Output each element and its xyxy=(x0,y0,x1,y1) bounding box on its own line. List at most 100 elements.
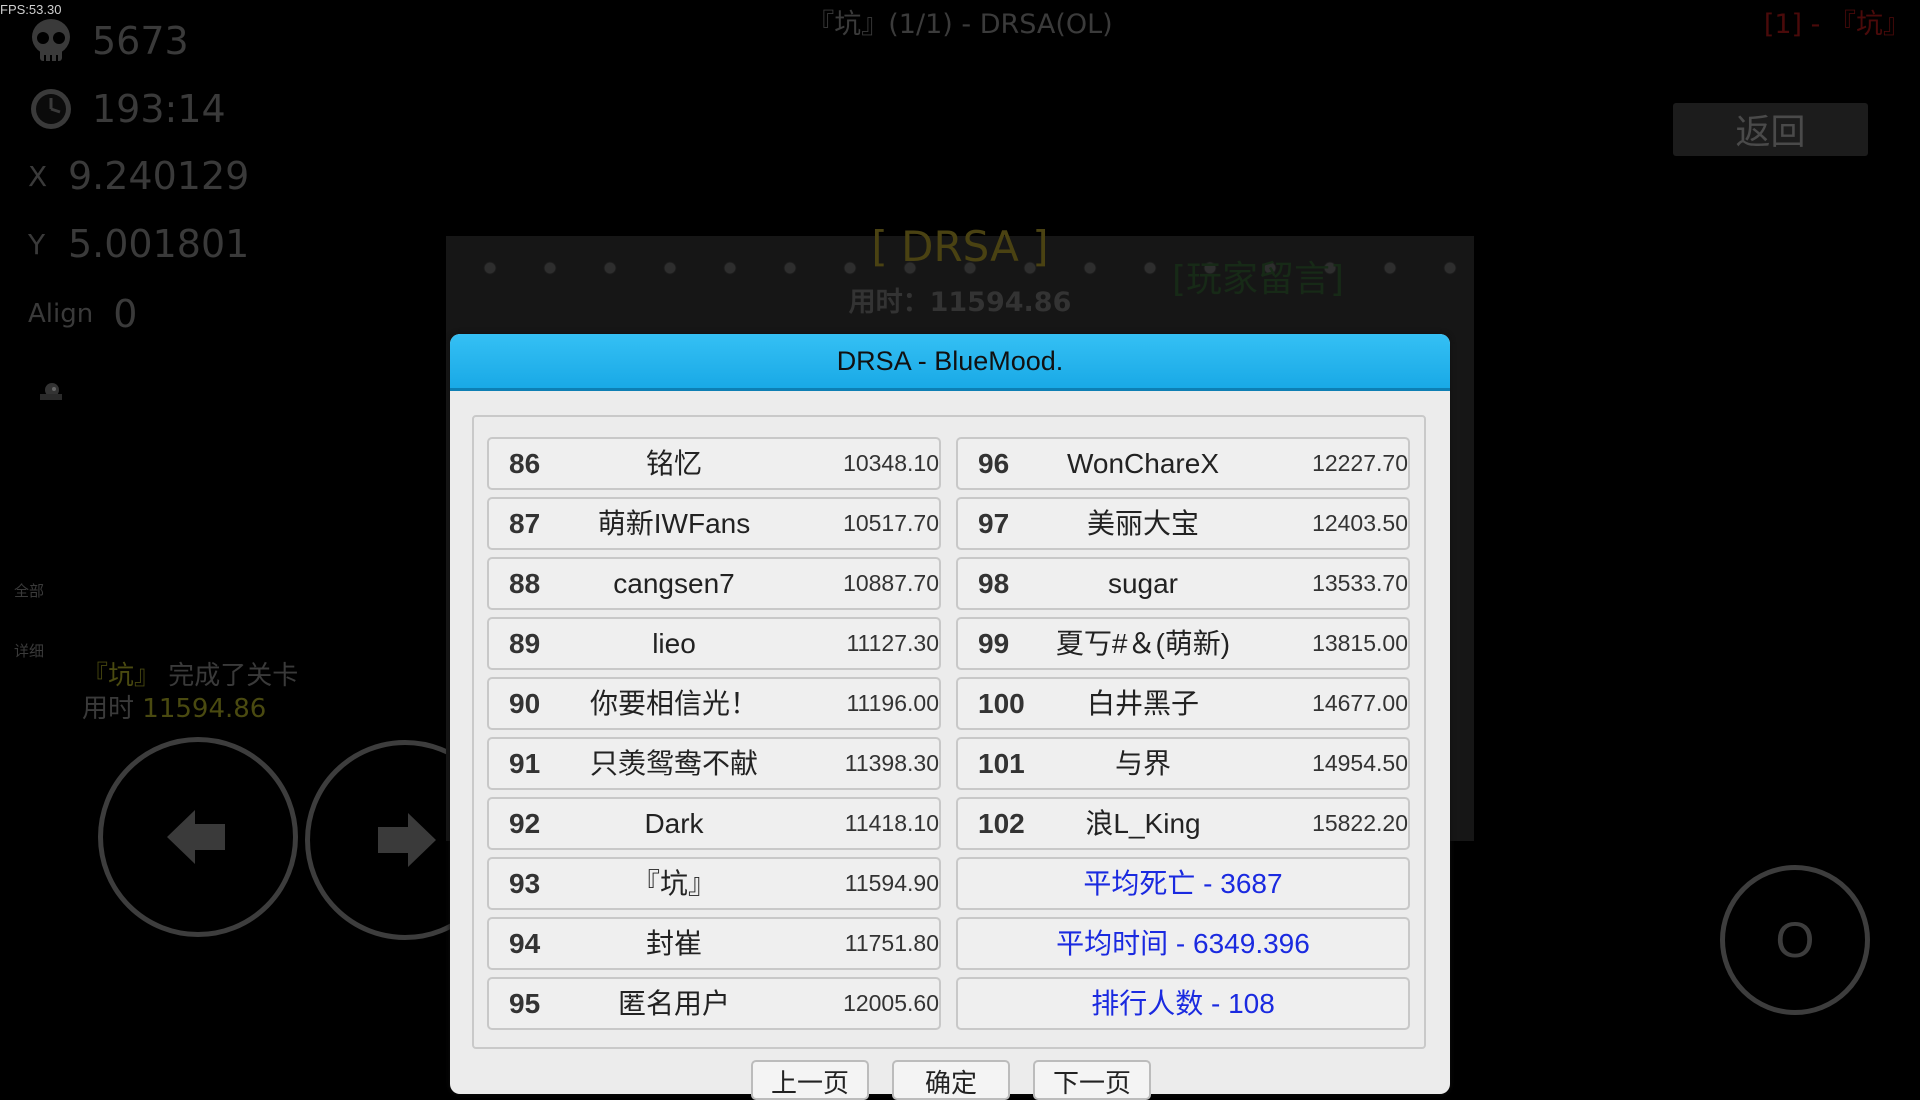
leaderboard-row: 87 萌新IWFans 10517.70 xyxy=(487,497,941,550)
leaderboard-rank: 101 xyxy=(978,748,1025,779)
leaderboard-time: 10517.70 xyxy=(843,510,939,536)
level-info-stamp: [玩家留言] xyxy=(1172,259,1345,300)
tab-detail[interactable]: 详细 xyxy=(14,640,44,661)
leaderboard-player-name: 『坑』 xyxy=(631,868,716,899)
leaderboard-time: 13533.70 xyxy=(1312,570,1408,596)
leaderboard-row: 97 美丽大宝 12403.50 xyxy=(956,497,1410,550)
leaderboard-row: 92 Dark 11418.10 xyxy=(487,797,941,850)
x-label: X xyxy=(28,159,48,193)
level-title: 『坑』(1/1) - DRSA(OL) xyxy=(807,9,1113,40)
deaths-value: 5673 xyxy=(92,19,189,63)
leaderboard-time: 11751.80 xyxy=(844,930,939,956)
y-label: Y xyxy=(28,227,46,261)
leaderboard-rank: 94 xyxy=(509,928,541,959)
arrow-right-icon xyxy=(378,813,436,867)
back-button[interactable]: 返回 xyxy=(1673,103,1868,156)
leaderboard-row: 101 与界 14954.50 xyxy=(956,737,1410,790)
leaderboard-row: 89 lieo 11127.30 xyxy=(487,617,941,670)
leaderboard-player-name: 封崔 xyxy=(645,928,702,959)
leaderboard-player-name: 浪L_King xyxy=(1085,808,1201,839)
summary-avg-deaths-row: 平均死亡 - 3687 xyxy=(956,857,1410,910)
leaderboard-time: 11594.90 xyxy=(844,870,939,896)
leaderboard-rank: 88 xyxy=(509,568,541,599)
leaderboard-row: 93 『坑』 11594.90 xyxy=(487,857,941,910)
leaderboard-row: 86 铭忆 10348.10 xyxy=(487,437,941,490)
leaderboard-time: 14954.50 xyxy=(1312,750,1408,776)
leaderboard-player-name: WonChareX xyxy=(1066,448,1219,479)
dialog-title: DRSA - BlueMood. xyxy=(450,334,1450,391)
leaderboard-time: 12227.70 xyxy=(1312,450,1408,476)
move-left-button[interactable] xyxy=(98,737,298,937)
leaderboard-rank: 92 xyxy=(509,808,541,839)
leaderboard-time: 10348.10 xyxy=(843,450,939,476)
leaderboard-time: 13815.00 xyxy=(1312,630,1408,656)
tab-all[interactable]: 全部 xyxy=(14,580,44,601)
leaderboard-player-name: cangsen7 xyxy=(613,568,735,599)
leaderboard-row: 95 匿名用户 12005.60 xyxy=(487,977,941,1030)
leaderboard-rank: 99 xyxy=(978,628,1010,659)
leaderboard-row: 91只羡鸳鸯不献血11398.30 xyxy=(487,737,941,828)
next-page-button[interactable]: 下一页 xyxy=(1033,1060,1151,1100)
leaderboard-time: 10887.70 xyxy=(843,570,939,596)
arrow-left-icon xyxy=(167,810,225,864)
leaderboard-rank: 97 xyxy=(978,508,1010,539)
leaderboard-rank: 86 xyxy=(509,448,541,479)
leaderboard-time: 15822.20 xyxy=(1312,810,1408,836)
leaderboard-player-name: 与界 xyxy=(1114,748,1171,779)
leaderboard-row: 98 sugar 13533.70 xyxy=(956,557,1410,610)
leaderboard-time: 14677.00 xyxy=(1312,690,1408,716)
leaderboard-player-name: 铭忆 xyxy=(645,448,702,479)
leaderboard-player-name: 萌新IWFans xyxy=(597,508,751,539)
completion-message: 『坑』 完成了关卡 用时 11594.86 xyxy=(82,660,298,726)
leaderboard-row: 96 WonChareX 12227.70 xyxy=(956,437,1410,490)
completion-time-value: 11594.86 xyxy=(142,694,267,724)
leaderboard-dialog: DRSA - BlueMood. 86 铭忆 10348.10 87 萌新IWFans 1… xyxy=(450,334,1450,1094)
completion-player: 『坑』 xyxy=(82,661,161,691)
confirm-button[interactable]: 确定 xyxy=(892,1060,1010,1100)
leaderboard-player-name: lieo xyxy=(652,628,696,659)
x-stat: X 9.240129 xyxy=(28,154,249,198)
leaderboard-rank: 87 xyxy=(509,508,541,539)
leaderboard-row: 88 cangsen7 10887.70 xyxy=(487,557,941,610)
time-stat: 193:14 xyxy=(28,86,226,132)
leaderboard-time: 11418.10 xyxy=(844,810,939,836)
prev-page-button[interactable]: 上一页 xyxy=(751,1060,869,1100)
leaderboard-table: 86 铭忆 10348.10 87 萌新IWFans 10517.70 88 cangsen7… xyxy=(472,415,1426,1049)
leaderboard-row: 99 夏丂#＆(萌新) 13815.00 xyxy=(956,617,1410,670)
leaderboard-rank: 102 xyxy=(978,808,1025,839)
align-label: Align xyxy=(28,299,94,329)
character-icon xyxy=(36,380,66,410)
leaderboard-rank: 96 xyxy=(978,448,1010,479)
leaderboard-time: 11127.30 xyxy=(846,630,939,656)
leaderboard-player-name: 夏丂#＆(萌新) xyxy=(1055,628,1231,659)
align-value: 0 xyxy=(113,292,138,336)
leaderboard-rank: 100 xyxy=(978,688,1025,719)
jump-button[interactable]: O xyxy=(1720,865,1870,1015)
y-stat: Y 5.001801 xyxy=(28,222,249,266)
completion-time-label: 用时 xyxy=(82,694,135,724)
skull-icon xyxy=(28,18,74,64)
summary-avg-time: 平均时间 - 6349.396 xyxy=(1056,928,1310,959)
summary-rank-count-row: 排行人数 - 108 xyxy=(956,977,1410,1030)
summary-avg-deaths: 平均死亡 - 3687 xyxy=(1083,868,1283,899)
leaderboard-time: 12403.50 xyxy=(1312,510,1408,536)
leaderboard-row: 102 浪L_King 15822.20 xyxy=(956,797,1410,850)
player-tag: [1] - 『坑』 xyxy=(1763,9,1910,40)
clock-icon xyxy=(28,86,74,132)
leaderboard-player-name: 你要相信光！ xyxy=(589,688,758,719)
leaderboard-row: 94 封崔 11751.80 xyxy=(487,917,941,970)
leaderboard-rank: 91 xyxy=(509,748,541,779)
leaderboard-player-name: 白井黑子 xyxy=(1086,688,1199,719)
leaderboard-rank: 89 xyxy=(509,628,541,659)
align-stat: Align 0 xyxy=(28,292,137,336)
completion-text: 完成了关卡 xyxy=(168,661,299,691)
summary-avg-time-row: 平均时间 - 6349.396 xyxy=(956,917,1410,970)
leaderboard-rank: 95 xyxy=(509,988,541,1019)
leaderboard-player-name: 美丽大宝 xyxy=(1086,508,1199,539)
deaths-stat: 5673 xyxy=(28,18,189,64)
leaderboard-player-name: Dark xyxy=(644,808,704,839)
leaderboard-row: 90 你要相信光！ 11196.00 xyxy=(487,677,941,730)
time-value: 193:14 xyxy=(92,87,226,131)
leaderboard-time: 11196.00 xyxy=(846,690,939,716)
x-value: 9.240129 xyxy=(68,154,250,198)
